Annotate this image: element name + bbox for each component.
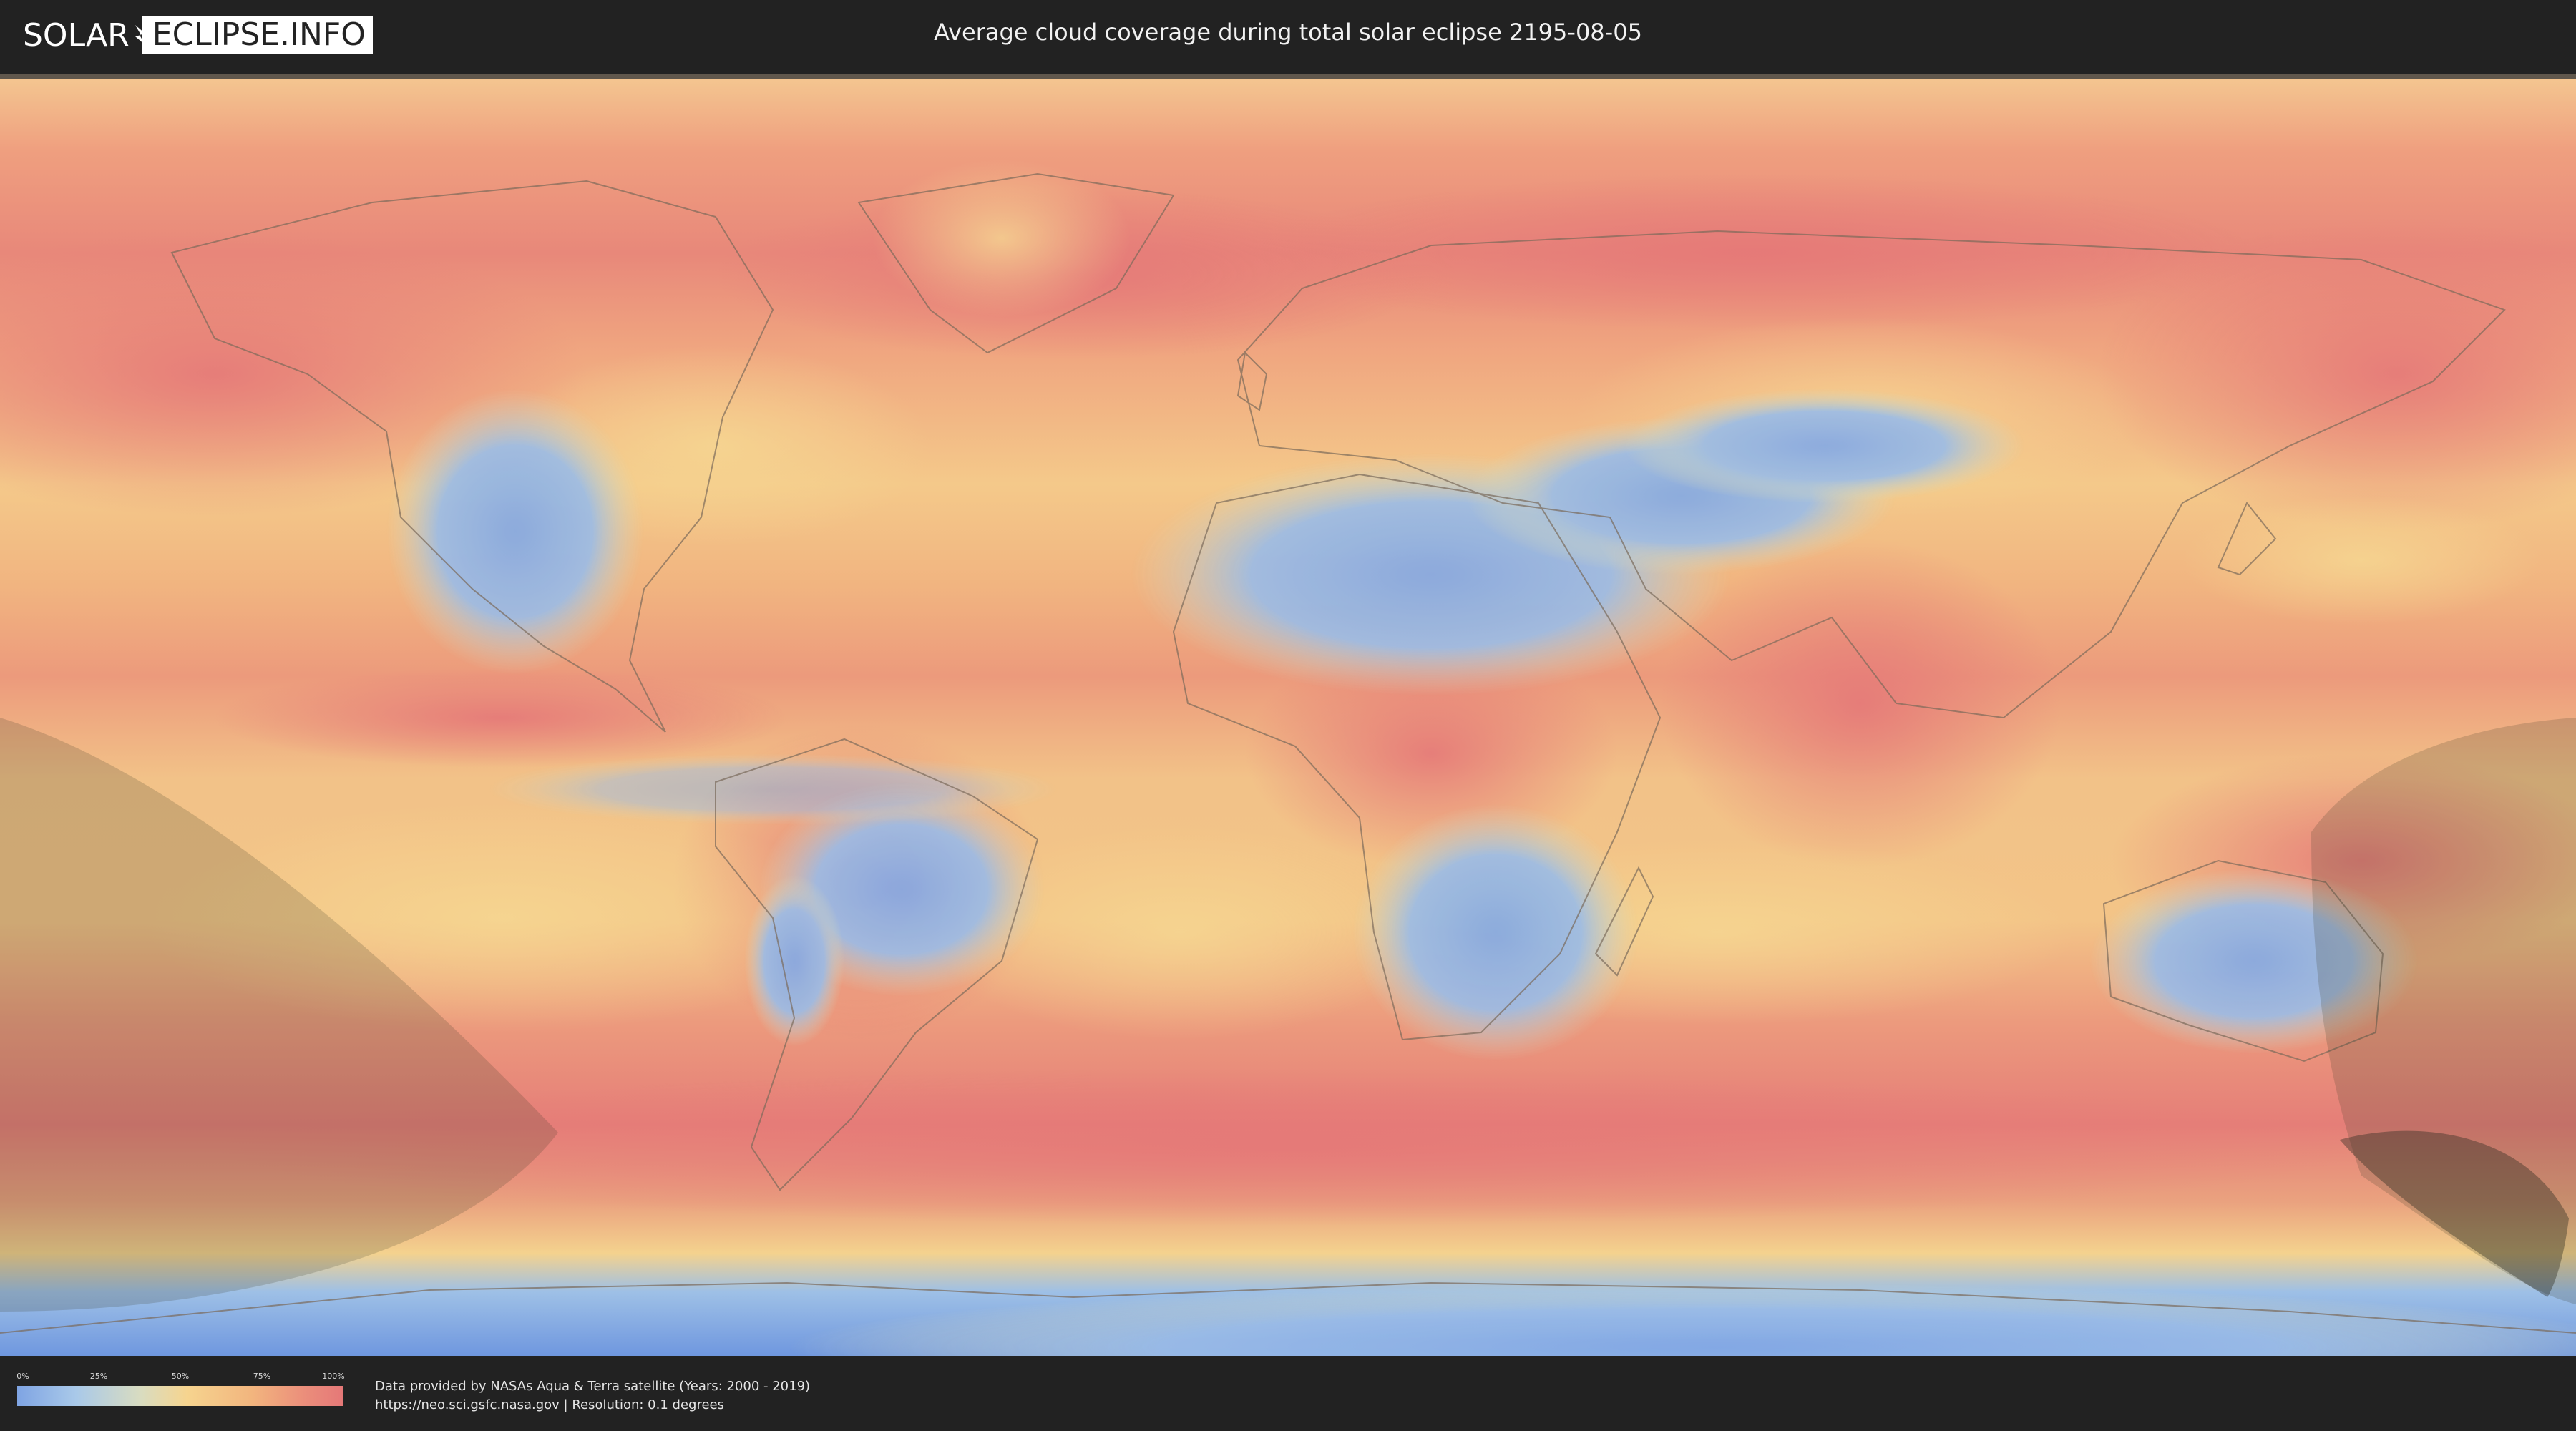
cloud-coverage-legend: 0% 25% 50% 75% 100% <box>16 1372 345 1406</box>
cloud-coverage-map[interactable] <box>0 74 2576 1356</box>
map-top-edge <box>0 74 2576 79</box>
legend-tick-75: 75% <box>253 1372 271 1381</box>
credits-line-url[interactable]: https://neo.sci.gsfc.nasa.gov | Resoluti… <box>375 1396 810 1415</box>
legend-color-bar <box>17 1386 343 1406</box>
logo-eclipse-icon <box>132 19 148 51</box>
page-footer: 0% 25% 50% 75% 100% Data provided by NAS… <box>0 1356 2576 1431</box>
page-title: Average cloud coverage during total sola… <box>934 19 1642 46</box>
legend-tick-50: 50% <box>171 1372 190 1381</box>
page-header: SOLAR ECLIPSE.INFO Average cloud coverag… <box>0 0 2576 72</box>
legend-ticks: 0% 25% 50% 75% 100% <box>16 1372 345 1383</box>
legend-tick-25: 25% <box>89 1372 108 1381</box>
world-map-svg <box>0 74 2576 1356</box>
credits-line-source: Data provided by NASAs Aqua & Terra sate… <box>375 1379 811 1394</box>
legend-tick-0: 0% <box>16 1372 29 1381</box>
data-credits: Data provided by NASAs Aqua & Terra sate… <box>375 1377 810 1415</box>
legend-tick-100: 100% <box>322 1372 345 1381</box>
